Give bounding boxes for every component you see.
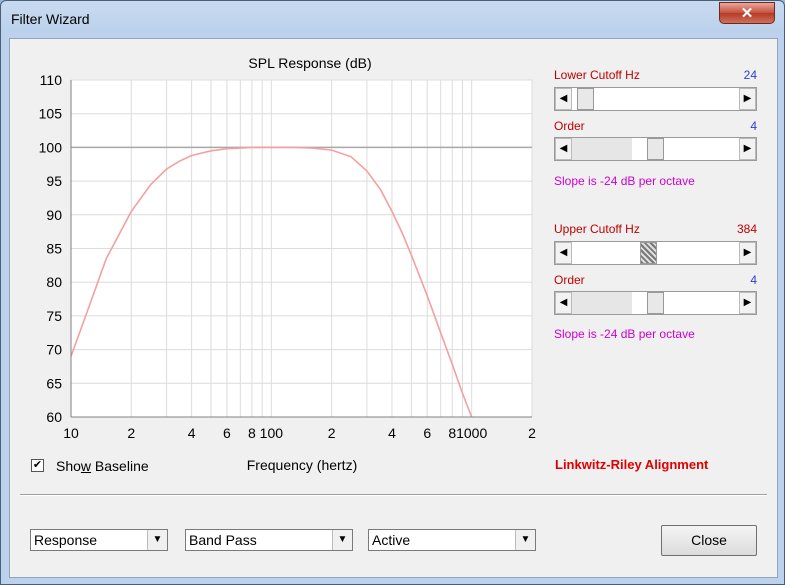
- upper-cutoff-label: Upper Cutoff Hz: [554, 222, 640, 236]
- lower-cutoff-label: Lower Cutoff Hz: [554, 68, 640, 82]
- slider-thumb[interactable]: [647, 292, 664, 314]
- y-tick-label: 110: [40, 72, 63, 88]
- x-tick-label: 2: [328, 425, 336, 441]
- scroll-left-arrow-icon[interactable]: ◀: [555, 242, 572, 264]
- scroll-left-arrow-icon[interactable]: ◀: [555, 88, 572, 110]
- x-tick-label: 4: [388, 425, 396, 441]
- scroll-left-arrow-icon[interactable]: ◀: [555, 138, 572, 160]
- x-tick-label: 100: [260, 425, 284, 441]
- lower-order-slider[interactable]: ◀ ▶: [554, 137, 757, 161]
- slider-track: [572, 138, 632, 160]
- lower-order-value: 4: [750, 119, 757, 133]
- slider-thumb[interactable]: [647, 138, 664, 160]
- upper-order-label: Order: [554, 273, 585, 287]
- scroll-right-arrow-icon[interactable]: ▶: [739, 138, 756, 160]
- y-tick-label: 75: [46, 308, 62, 324]
- x-tick-label: 1000: [456, 425, 487, 441]
- filter-type-select[interactable]: Band Pass ▼: [185, 529, 353, 551]
- separator: [20, 494, 767, 496]
- lower-cutoff-value: 24: [743, 68, 757, 82]
- chevron-down-icon[interactable]: ▼: [515, 530, 535, 550]
- x-tick-label: 6: [423, 425, 431, 441]
- upper-slope-text: Slope is -24 dB per octave: [554, 327, 695, 341]
- window-close-button[interactable]: ✕: [719, 2, 775, 24]
- y-tick-label: 90: [46, 207, 62, 223]
- slider-thumb[interactable]: [576, 88, 594, 110]
- x-tick-label: 2: [127, 425, 135, 441]
- x-tick-label: 8: [248, 425, 256, 441]
- y-tick-label: 65: [46, 375, 62, 391]
- chevron-down-icon[interactable]: ▼: [332, 530, 352, 550]
- spl-response-chart: 110105100959085807570656010 2 4 6 8 100 2 4 6 8 10…: [39, 72, 536, 441]
- lower-cutoff-slider[interactable]: ◀ ▶: [554, 87, 757, 111]
- y-tick-label: 105: [39, 106, 63, 122]
- dialog-client-area: SPL Response (dB) 110 105 100 95 90 85 80 75 70 6…: [9, 38, 778, 578]
- circuit-type-select[interactable]: Active ▼: [368, 529, 536, 551]
- scroll-right-arrow-icon[interactable]: ▶: [739, 88, 756, 110]
- x-axis-label: Frequency (hertz): [246, 457, 358, 473]
- view-mode-select[interactable]: Response ▼: [30, 529, 168, 551]
- view-mode-value: Response: [34, 532, 98, 548]
- title-bar: Filter Wizard ✕: [1, 1, 784, 37]
- upper-order-slider[interactable]: ◀ ▶: [554, 291, 757, 315]
- y-tick-label: 100: [39, 139, 63, 155]
- scroll-left-arrow-icon[interactable]: ◀: [555, 292, 572, 314]
- lower-slope-text: Slope is -24 dB per octave: [554, 174, 695, 188]
- circuit-type-value: Active: [372, 532, 411, 548]
- close-icon: ✕: [740, 5, 754, 22]
- scroll-right-arrow-icon[interactable]: ▶: [739, 292, 756, 314]
- y-tick-label: 80: [46, 274, 62, 290]
- close-button[interactable]: Close: [661, 525, 757, 556]
- scroll-right-arrow-icon[interactable]: ▶: [739, 242, 756, 264]
- x-tick-label: 4: [188, 425, 196, 441]
- slider-track: [572, 292, 632, 314]
- chevron-down-icon[interactable]: ▼: [147, 530, 167, 550]
- x-tick-label: 6: [223, 425, 231, 441]
- alignment-label: Linkwitz-Riley Alignment: [555, 457, 709, 472]
- upper-order-value: 4: [750, 273, 757, 287]
- lower-order-label: Order: [554, 119, 585, 133]
- window-title: Filter Wizard: [11, 11, 90, 27]
- y-tick-label: 60: [46, 409, 62, 425]
- y-tick-label: 95: [46, 173, 62, 189]
- y-tick-label: 70: [46, 342, 62, 358]
- slider-thumb[interactable]: [639, 242, 657, 264]
- upper-cutoff-value: 384: [736, 222, 757, 236]
- y-tick-label: 85: [46, 241, 62, 257]
- upper-cutoff-slider[interactable]: ◀ ▶: [554, 241, 757, 265]
- x-tick-label: 10: [63, 425, 79, 441]
- filter-type-value: Band Pass: [189, 532, 257, 548]
- filter-wizard-window: Filter Wizard ✕ SPL Response (dB) 110 105…: [0, 0, 785, 585]
- x-tick-label: 2: [528, 425, 536, 441]
